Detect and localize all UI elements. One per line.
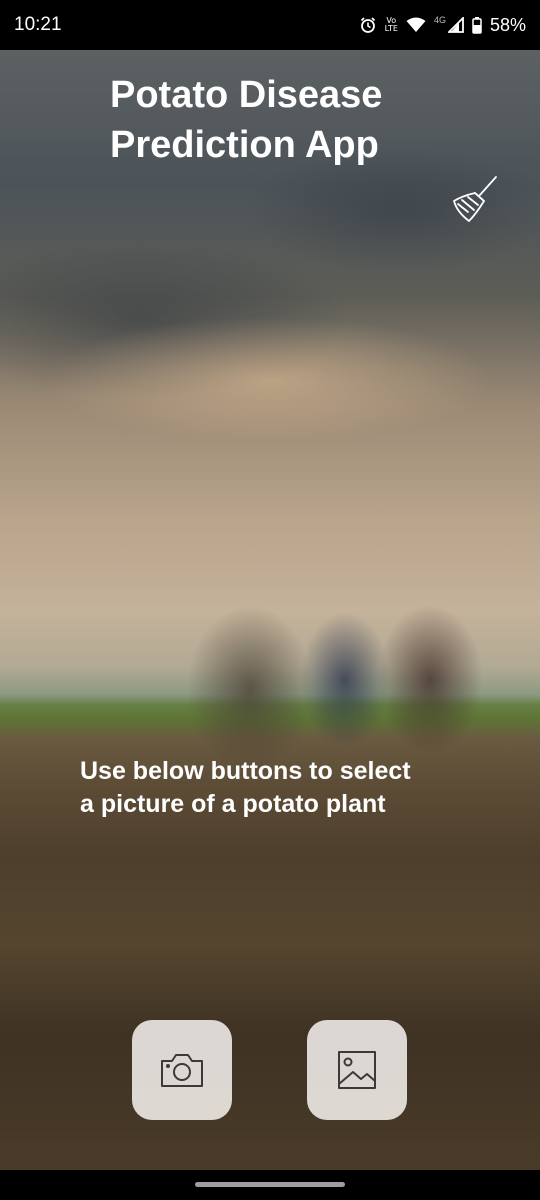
alarm-icon (360, 17, 375, 33)
instruction-text: Use below buttons to select a picture of… (80, 755, 480, 821)
battery-percent: 58% (489, 14, 526, 35)
title-line-2: Prediction App (110, 124, 379, 166)
camera-icon (161, 1054, 203, 1087)
navigation-bar (0, 1170, 540, 1200)
camera-button[interactable] (132, 1020, 232, 1120)
title-line-1: Potato Disease (110, 74, 383, 116)
home-gesture-handle[interactable] (195, 1182, 345, 1187)
gallery-button[interactable] (307, 1020, 407, 1120)
status-time: 10:21 (14, 14, 62, 35)
wifi-icon (406, 17, 426, 32)
app-screen: Potato Disease Prediction App Use below … (0, 50, 540, 1170)
clear-button[interactable] (448, 174, 504, 226)
app-title: Potato Disease Prediction App (110, 70, 440, 170)
battery-icon (472, 16, 482, 34)
volte-line2: LTE (384, 24, 398, 33)
network-type: 4G (433, 15, 446, 25)
status-icons: Vo LTE 4G 58% (359, 15, 526, 36)
image-icon (338, 1051, 376, 1089)
volte-icon: Vo LTE (385, 17, 398, 33)
instruction-line-2: a picture of a potato plant (80, 790, 386, 818)
signal-icon (447, 17, 464, 33)
status-bar: 10:21 Vo LTE 4G 58% (0, 0, 540, 50)
broom-icon (453, 176, 497, 222)
instruction-line-1: Use below buttons to select (80, 757, 411, 785)
